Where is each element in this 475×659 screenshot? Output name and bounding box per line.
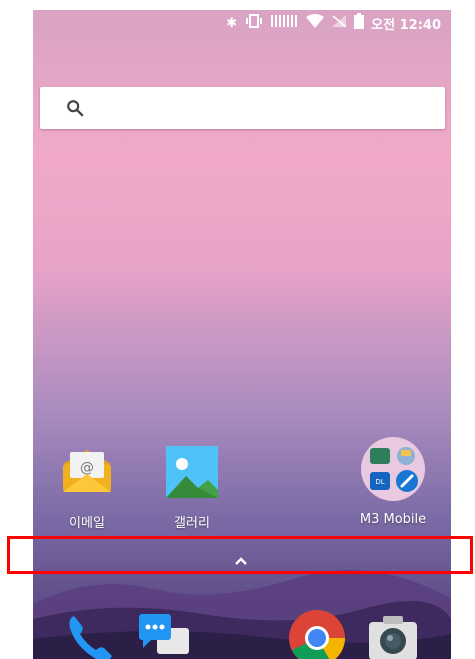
- app-email[interactable]: @ 이메일: [45, 442, 129, 531]
- app-label: 이메일: [69, 516, 105, 531]
- svg-text:@: @: [80, 460, 94, 476]
- m3-mobile-folder-icon: DL: [361, 437, 425, 501]
- app-label: 갤러리: [174, 516, 210, 531]
- google-search-bar[interactable]: [40, 87, 445, 129]
- bluetooth-icon: ✱: [226, 15, 238, 31]
- svg-text:DL: DL: [375, 478, 384, 486]
- chrome-icon[interactable]: [287, 608, 347, 659]
- signal-icon: [271, 14, 299, 32]
- camera-icon[interactable]: [363, 608, 423, 659]
- search-icon: [67, 100, 84, 117]
- status-bar: ✱ 오전 12:40: [33, 10, 451, 36]
- messages-icon[interactable]: [133, 608, 193, 659]
- phone-icon[interactable]: [60, 608, 120, 659]
- vibrate-icon: [244, 14, 264, 32]
- highlight-box: [7, 536, 473, 574]
- battery-icon: [354, 13, 365, 33]
- gallery-icon: [166, 446, 218, 498]
- app-m3-mobile-folder[interactable]: DL M3 Mobile: [351, 436, 435, 527]
- wifi-icon: [306, 14, 325, 32]
- app-label: M3 Mobile: [359, 512, 427, 527]
- clock: 오전 12:40: [371, 17, 441, 33]
- app-gallery[interactable]: 갤러리: [150, 442, 234, 531]
- no-sim-icon: [331, 14, 347, 32]
- email-icon: @: [63, 450, 111, 492]
